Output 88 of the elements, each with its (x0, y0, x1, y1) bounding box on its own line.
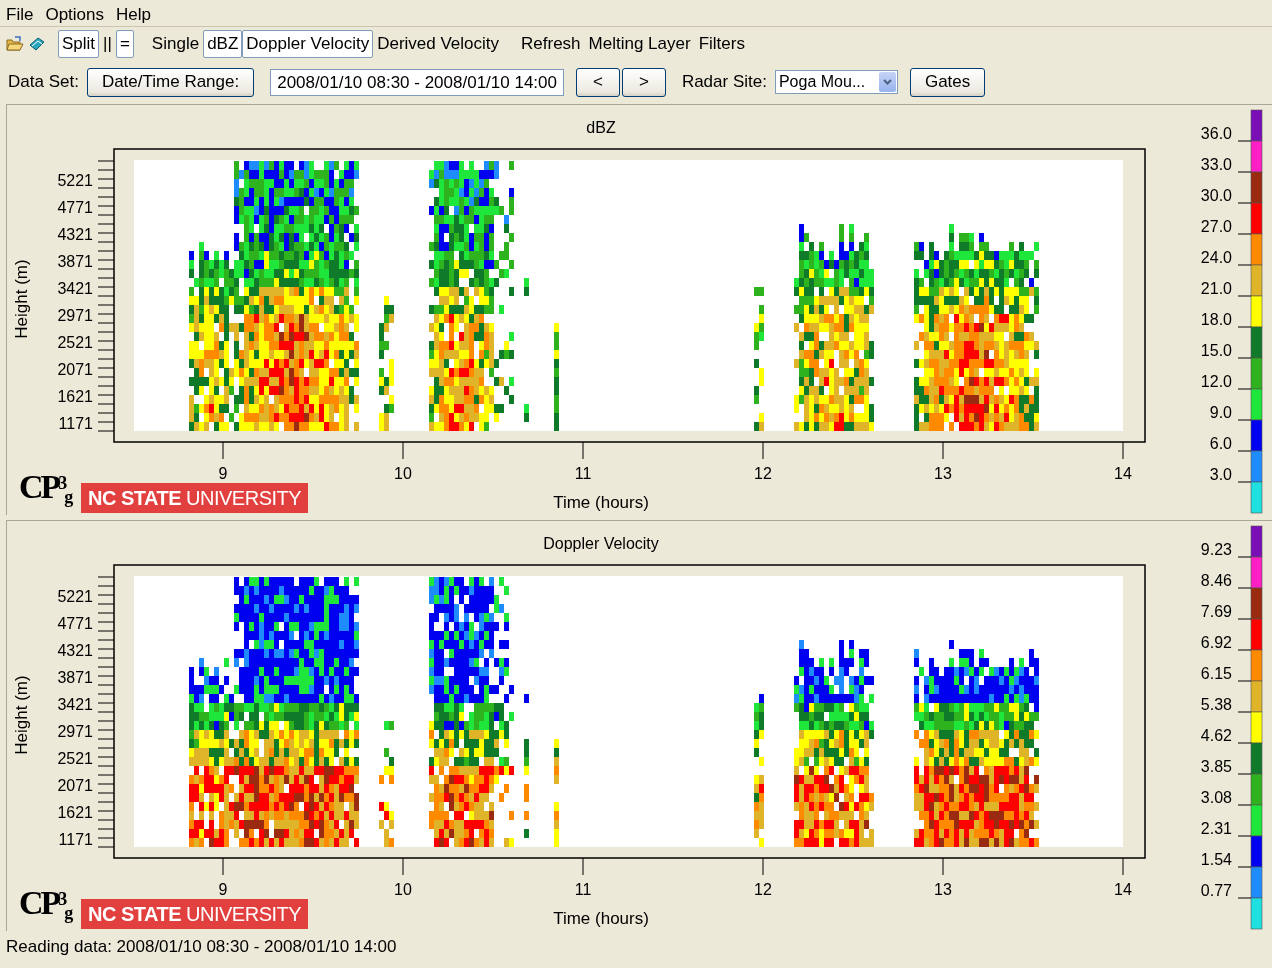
colorbar-label: 6.15 (1200, 665, 1232, 682)
colorbar-label: 15.0 (1200, 342, 1232, 359)
colorbar-label: 9.23 (1200, 541, 1232, 558)
university-badge: NC STATE UNIVERSITY (81, 483, 309, 513)
axis-tick-label: 10 (394, 465, 412, 482)
axis-tick-label: 11 (574, 881, 592, 898)
colorbar-label: 2.31 (1200, 820, 1232, 837)
axis-tick-label: 2971 (57, 307, 93, 324)
toolbar-toggle[interactable]: Doppler Velocity (242, 30, 374, 58)
axis-title: Time (hours) (553, 493, 649, 512)
toolbar-toggle[interactable]: || (99, 30, 116, 58)
toolbar-toggle[interactable]: Split (58, 30, 100, 58)
colorbar-label: 6.0 (1209, 435, 1232, 452)
axis-tick-label: 11 (574, 465, 592, 482)
menu-item[interactable]: File (6, 0, 40, 26)
axis-tick-label: 10 (394, 881, 412, 898)
toolbar-toggle[interactable]: Derived Velocity (373, 30, 504, 58)
book-icon[interactable] (28, 36, 46, 52)
colorbar-label: 36.0 (1200, 125, 1232, 142)
chart-title: dBZ (586, 119, 616, 136)
next-button[interactable]: > (621, 67, 666, 97)
axis-tick-label: 12 (754, 881, 772, 898)
colorbar-label: 0.77 (1200, 882, 1232, 899)
menu-item[interactable]: Help (116, 0, 157, 26)
colorbar-label: 24.0 (1200, 249, 1232, 266)
colorbar-label: 1.54 (1200, 851, 1232, 868)
colorbar-label: 9.0 (1209, 404, 1232, 421)
colorbar-label: 3.85 (1200, 758, 1232, 775)
axis-tick-label: 4771 (57, 199, 93, 216)
colorbar-label: 5.38 (1200, 696, 1232, 713)
axis-title: Height (m) (12, 675, 31, 755)
colorbar-label: 6.92 (1200, 634, 1232, 651)
colorbar-label: 7.69 (1200, 603, 1232, 620)
axis-tick-label: 2521 (57, 334, 93, 351)
axis-tick-label: 4321 (57, 226, 93, 243)
toolbar-toggle[interactable]: Filters (694, 30, 749, 58)
menu-item[interactable]: Options (45, 0, 110, 26)
axis-tick-label: 9 (218, 465, 228, 482)
axis-tick-label: 3871 (57, 669, 93, 686)
date-range-field[interactable]: 2008/01/10 08:30 - 2008/01/10 14:00 (270, 68, 564, 96)
colorbar-label: 30.0 (1200, 187, 1232, 204)
colorbar-label: 18.0 (1200, 311, 1232, 328)
axis-tick-label: 4321 (57, 642, 93, 659)
axis-tick-label: 14 (1114, 465, 1132, 482)
axis-tick-label: 9 (218, 881, 228, 898)
toolbar-toggle[interactable]: = (115, 30, 134, 58)
axis-tick-label: 5221 (57, 588, 93, 605)
chart-title: Doppler Velocity (543, 535, 659, 552)
axis-tick-label: 4771 (57, 615, 93, 632)
colorbar-label: 8.46 (1200, 572, 1232, 589)
axis-tick-label: 14 (1114, 881, 1132, 898)
axis-title: Height (m) (12, 259, 31, 339)
axis-title: Time (hours) (553, 909, 649, 928)
previous-button[interactable]: < (576, 67, 620, 97)
colorbar-label: 21.0 (1200, 280, 1232, 297)
colorbar-label: 12.0 (1200, 373, 1232, 390)
gates-button[interactable]: Gates (909, 67, 986, 97)
colorbar-label: 3.08 (1200, 789, 1232, 806)
axis-tick-label: 13 (934, 881, 952, 898)
colorbar-label: 27.0 (1200, 218, 1232, 235)
toolbar-toggle[interactable]: Melting Layer (584, 30, 695, 58)
axis-tick-label: 1171 (58, 831, 93, 848)
axis-tick-label: 1171 (58, 415, 93, 432)
axis-tick-label: 5221 (57, 172, 93, 189)
axis-tick-label: 2971 (57, 723, 93, 740)
date-range-button[interactable]: Date/Time Range: (86, 67, 255, 97)
axis-tick-label: 3871 (57, 253, 93, 270)
axis-tick-label: 1621 (57, 388, 93, 405)
open-folder-icon[interactable] (6, 36, 24, 52)
toolbar-toggle[interactable]: dBZ (203, 30, 243, 58)
radar-site-dropdown[interactable]: Poga Mou... (774, 70, 898, 94)
colorbar-label: 4.62 (1200, 727, 1232, 744)
university-badge: NC STATE UNIVERSITY (81, 899, 309, 929)
colorbar-label: 33.0 (1200, 156, 1232, 173)
toolbar-toggle[interactable]: Refresh (517, 30, 585, 58)
toolbar-toggle[interactable]: Single (147, 30, 204, 58)
axis-tick-label: 2521 (57, 750, 93, 767)
axis-tick-label: 2071 (57, 777, 93, 794)
axis-tick-label: 12 (754, 465, 772, 482)
axis-tick-label: 3421 (57, 696, 93, 713)
axis-tick-label: 13 (934, 465, 952, 482)
radar-site-label: Radar Site: (681, 71, 767, 94)
status-bar-text: Reading data: 2008/01/10 08:30 - 2008/01/10 14:00 (5, 936, 398, 958)
data-set-label: Data Set: (8, 71, 79, 94)
axis-tick-label: 2071 (57, 361, 93, 378)
colorbar-label: 3.0 (1209, 466, 1232, 483)
axis-tick-label: 1621 (57, 804, 93, 821)
axis-tick-label: 3421 (57, 280, 93, 297)
